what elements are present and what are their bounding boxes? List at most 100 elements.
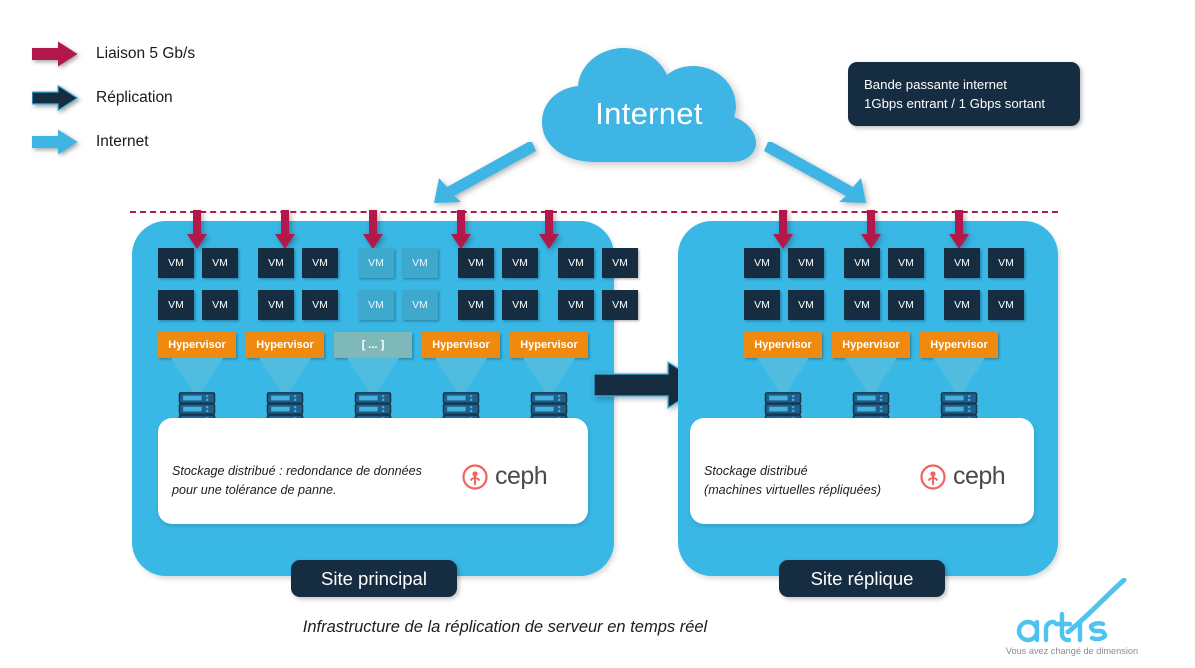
vm-gap bbox=[194, 248, 202, 278]
bandwidth-line-2: 1Gbps entrant / 1 Gbps sortant bbox=[864, 96, 1046, 111]
ceph-wordmark: ceph bbox=[495, 462, 548, 490]
legend-item-replication: Réplication bbox=[32, 76, 195, 120]
vm-gap bbox=[780, 290, 788, 320]
vm-right-r2-5[interactable]: VM bbox=[944, 290, 980, 320]
internet-arrow-left bbox=[434, 142, 536, 203]
vm-left-r1-1[interactable]: VM bbox=[158, 248, 194, 278]
vm-gap bbox=[880, 248, 888, 278]
vm-left-r1-3[interactable]: VM bbox=[258, 248, 294, 278]
hypervisor-gap bbox=[500, 332, 510, 358]
vm-gap bbox=[394, 290, 402, 320]
hypervisor-row-left: Hypervisor Hypervisor [ ... ] Hypervisor Hyp… bbox=[158, 332, 588, 358]
vm-right-r1-6[interactable]: VM bbox=[988, 248, 1024, 278]
liaison-arrow-left-1 bbox=[187, 210, 207, 249]
vm-gap bbox=[494, 290, 502, 320]
hypervisor-left-1[interactable]: Hypervisor bbox=[158, 332, 236, 358]
storage-text-right: Stockage distribué (machines virtuelles … bbox=[704, 464, 882, 497]
liaison-arrow-right-3 bbox=[949, 210, 969, 249]
hypervisor-right-1[interactable]: Hypervisor bbox=[744, 332, 822, 358]
vm-gap bbox=[438, 248, 458, 278]
vm-right-r1-4[interactable]: VM bbox=[888, 248, 924, 278]
vm-left-r1-4[interactable]: VM bbox=[302, 248, 338, 278]
hypervisor-gap bbox=[324, 332, 334, 358]
vm-gap bbox=[980, 290, 988, 320]
vm-gap bbox=[194, 290, 202, 320]
hypervisor-left-4[interactable]: Hypervisor bbox=[422, 332, 500, 358]
vm-row-1-right: VM VM VM VM VM VM bbox=[744, 248, 1024, 278]
vm-right-r1-3[interactable]: VM bbox=[844, 248, 880, 278]
vm-gap bbox=[780, 248, 788, 278]
vm-left-r2-9[interactable]: VM bbox=[558, 290, 594, 320]
cloud-label: Internet bbox=[595, 96, 703, 131]
ceph-wordmark: ceph bbox=[953, 462, 1006, 490]
diagram-caption: Infrastructure de la réplication de serv… bbox=[302, 618, 708, 636]
legend-label: Réplication bbox=[96, 89, 173, 106]
vm-right-r2-2[interactable]: VM bbox=[788, 290, 824, 320]
vm-left-r2-5[interactable]: VM bbox=[358, 290, 394, 320]
hypervisor-right-3[interactable]: Hypervisor bbox=[920, 332, 998, 358]
vm-left-r1-7[interactable]: VM bbox=[458, 248, 494, 278]
arrow-right-icon bbox=[32, 129, 78, 155]
vm-gap bbox=[980, 248, 988, 278]
arrow-right-icon bbox=[32, 41, 78, 67]
vm-right-r2-1[interactable]: VM bbox=[744, 290, 780, 320]
ceph-logo-right: ceph bbox=[920, 462, 1006, 491]
vm-right-r1-1[interactable]: VM bbox=[744, 248, 780, 278]
hypervisor-row-right: Hypervisor Hypervisor Hypervisor bbox=[744, 332, 998, 358]
ceph-icon bbox=[462, 463, 488, 490]
bandwidth-line-1: Bande passante internet bbox=[864, 76, 1007, 92]
vm-gap bbox=[880, 290, 888, 320]
ceph-logo-left: ceph bbox=[462, 462, 548, 491]
vm-gap bbox=[824, 290, 844, 320]
vm-left-r1-5[interactable]: VM bbox=[358, 248, 394, 278]
hypervisor-left-5[interactable]: Hypervisor bbox=[510, 332, 588, 358]
vm-row-1-left: VM VM VM VM VM VM VM VM VM VM bbox=[158, 248, 638, 278]
vm-left-r2-3[interactable]: VM bbox=[258, 290, 294, 320]
vm-right-r2-4[interactable]: VM bbox=[888, 290, 924, 320]
vm-gap bbox=[438, 290, 458, 320]
vm-gap bbox=[924, 290, 944, 320]
vm-right-r2-3[interactable]: VM bbox=[844, 290, 880, 320]
vm-left-r2-10[interactable]: VM bbox=[602, 290, 638, 320]
hypervisor-right-2[interactable]: Hypervisor bbox=[832, 332, 910, 358]
site-label-principal: Site principal bbox=[291, 560, 457, 597]
vm-right-r1-5[interactable]: VM bbox=[944, 248, 980, 278]
vm-left-r1-10[interactable]: VM bbox=[602, 248, 638, 278]
vm-row-2-left: VM VM VM VM VM VM VM VM VM VM bbox=[158, 290, 638, 320]
vm-gap bbox=[394, 248, 402, 278]
liaison-arrow-left-2 bbox=[275, 210, 295, 249]
vm-left-r1-6[interactable]: VM bbox=[402, 248, 438, 278]
vm-left-r2-7[interactable]: VM bbox=[458, 290, 494, 320]
vm-left-r1-8[interactable]: VM bbox=[502, 248, 538, 278]
hypervisor-ellipsis-left-3[interactable]: [ ... ] bbox=[334, 332, 412, 358]
site-boundary-divider bbox=[130, 211, 1058, 213]
vm-gap bbox=[824, 248, 844, 278]
artis-tagline: Vous avez changé de dimension bbox=[1005, 646, 1139, 656]
vm-gap bbox=[494, 248, 502, 278]
hypervisor-gap bbox=[822, 332, 832, 358]
vm-left-r2-6[interactable]: VM bbox=[402, 290, 438, 320]
hypervisor-gap bbox=[412, 332, 422, 358]
vm-left-r2-2[interactable]: VM bbox=[202, 290, 238, 320]
vm-left-r1-2[interactable]: VM bbox=[202, 248, 238, 278]
legend-item-liaison: Liaison 5 Gb/s bbox=[32, 32, 195, 76]
hypervisor-gap bbox=[236, 332, 246, 358]
internet-arrow-right bbox=[764, 142, 866, 203]
vm-right-r2-6[interactable]: VM bbox=[988, 290, 1024, 320]
liaison-arrow-left-4 bbox=[451, 210, 471, 249]
legend-item-internet: Internet bbox=[32, 120, 195, 164]
vm-left-r2-4[interactable]: VM bbox=[302, 290, 338, 320]
legend-label: Liaison 5 Gb/s bbox=[96, 45, 196, 62]
bandwidth-info-box: Bande passante internet 1Gbps entrant / … bbox=[848, 62, 1080, 126]
liaison-arrow-left-3 bbox=[363, 210, 383, 249]
vm-gap bbox=[238, 248, 258, 278]
vm-right-r1-2[interactable]: VM bbox=[788, 248, 824, 278]
vm-left-r2-1[interactable]: VM bbox=[158, 290, 194, 320]
legend: Liaison 5 Gb/s Réplication Internet bbox=[32, 32, 195, 164]
liaison-arrow-left-5 bbox=[539, 210, 559, 249]
legend-label: Internet bbox=[96, 133, 149, 150]
vm-left-r2-8[interactable]: VM bbox=[502, 290, 538, 320]
vm-gap bbox=[238, 290, 258, 320]
vm-left-r1-9[interactable]: VM bbox=[558, 248, 594, 278]
hypervisor-left-2[interactable]: Hypervisor bbox=[246, 332, 324, 358]
